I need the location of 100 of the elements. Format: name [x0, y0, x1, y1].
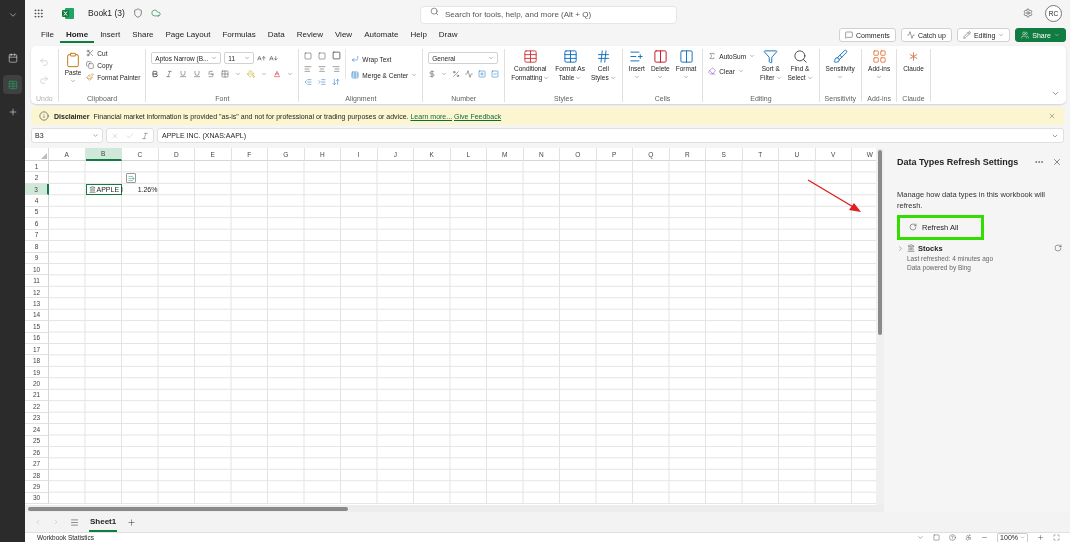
table-icon: [562, 49, 578, 64]
caret-icon: [1020, 535, 1025, 540]
zoom-out-icon[interactable]: [981, 534, 989, 541]
caret-icon: [244, 55, 251, 61]
align-right-icon[interactable]: [332, 65, 341, 73]
refresh-icon: [909, 223, 917, 232]
redo-icon[interactable]: [39, 75, 49, 85]
caret-icon: [235, 71, 242, 77]
fill-color-icon[interactable]: [247, 70, 256, 78]
ribbon-tab[interactable]: File: [35, 27, 60, 43]
bold-icon[interactable]: [151, 70, 160, 78]
panel-title: Data Types Refresh Settings: [897, 157, 1020, 167]
comment-icon: [845, 31, 854, 39]
caret-icon: [211, 55, 218, 61]
undo-icon[interactable]: [39, 57, 49, 67]
currency-icon[interactable]: [428, 70, 437, 78]
insert-icon: [629, 49, 645, 64]
rail-item[interactable]: [3, 75, 22, 94]
search-field[interactable]: Search for tools, help, and more (Alt + Q): [420, 5, 677, 24]
underline-icon[interactable]: [179, 70, 188, 78]
close-icon[interactable]: [1048, 112, 1056, 120]
ribbon-tab[interactable]: Share: [126, 27, 160, 43]
caret-icon: [737, 68, 744, 74]
plus-icon[interactable]: [127, 517, 137, 527]
help-icon[interactable]: [949, 534, 957, 541]
double-underline-icon[interactable]: [193, 70, 202, 78]
indent-icon[interactable]: [318, 78, 327, 86]
pencil-icon: [962, 31, 971, 39]
fullscreen-icon[interactable]: [1053, 534, 1060, 541]
horizontal-scrollbar[interactable]: [25, 505, 884, 512]
bank-icon: [907, 244, 915, 253]
expand-toggle[interactable]: [897, 243, 904, 254]
copy-icon: [86, 61, 95, 69]
table-icon: [522, 49, 538, 64]
triangle-icon: [41, 153, 47, 159]
caret-icon: [876, 74, 883, 81]
ribbon-tab[interactable]: Home: [59, 27, 95, 43]
accessibility-icon[interactable]: [965, 534, 973, 541]
ribbon-tab[interactable]: Draw: [432, 27, 464, 43]
align-center-icon[interactable]: [318, 65, 327, 73]
caret-icon: [441, 71, 448, 77]
document-title[interactable]: Book1 (3): [88, 8, 125, 18]
caret-icon: [543, 75, 550, 82]
font-color-icon[interactable]: [273, 70, 282, 78]
bank-icon: [88, 186, 96, 194]
chevron-icon: [897, 245, 904, 253]
spreadsheet-icon: [7, 79, 18, 90]
clipboard-icon: [65, 52, 82, 68]
search-icon: [430, 7, 439, 16]
insert-data-icon[interactable]: [126, 173, 136, 184]
percent-icon[interactable]: [452, 70, 461, 78]
outdent-icon[interactable]: [304, 78, 313, 86]
annotation-arrow: [807, 179, 861, 212]
refresh-icon[interactable]: [1054, 243, 1062, 252]
menu-icon[interactable]: [70, 517, 79, 527]
app-launcher-icon[interactable]: [33, 7, 44, 19]
caret-icon: [488, 55, 495, 61]
caret-icon: [657, 74, 664, 81]
zoom-in-icon[interactable]: [1037, 534, 1044, 541]
borders-icon[interactable]: [221, 70, 230, 78]
caret-icon: [287, 71, 294, 77]
previous-icon[interactable]: [34, 518, 42, 526]
font-shrink-icon[interactable]: [269, 53, 279, 63]
cancel-icon[interactable]: [110, 131, 119, 140]
brush-icon: [832, 49, 848, 64]
vertical-scrollbar[interactable]: [876, 148, 884, 505]
pulse-icon: [906, 31, 915, 39]
ribbon-tab[interactable]: Insert: [94, 27, 127, 43]
caret-icon: [806, 75, 813, 82]
caret-icon: [633, 74, 640, 81]
wrap-icon: [351, 55, 360, 63]
caret-icon: [411, 72, 418, 78]
cloud-icon[interactable]: [150, 8, 161, 18]
select-all-corner[interactable]: [25, 148, 49, 161]
shield-icon[interactable]: [132, 8, 143, 18]
ribbon-tab[interactable]: Help: [404, 27, 433, 43]
ribbon-tab[interactable]: Formulas: [216, 27, 262, 43]
collapse-icon[interactable]: [1051, 89, 1060, 98]
search-icon: [792, 49, 808, 64]
check-icon[interactable]: [126, 131, 134, 140]
next-icon[interactable]: [52, 518, 60, 526]
ribbon-tab[interactable]: View: [328, 27, 359, 43]
align-left-icon[interactable]: [304, 65, 313, 73]
settings-icon[interactable]: [1023, 8, 1033, 18]
chevron-down-icon[interactable]: [917, 534, 925, 541]
caret-icon: [575, 75, 582, 82]
spreadsheet-logo: [62, 7, 74, 19]
font-grow-icon[interactable]: [257, 53, 267, 63]
ribbon-tab[interactable]: Review: [290, 27, 329, 43]
close-icon[interactable]: [1052, 157, 1062, 167]
paintbrush-icon: [86, 73, 95, 81]
ribbon-tab[interactable]: Data: [261, 27, 291, 43]
ribbon-tab[interactable]: Page Layout: [159, 27, 217, 43]
italic-icon[interactable]: [165, 70, 174, 78]
filter-icon: [763, 49, 779, 64]
ribbon-tab[interactable]: Automate: [358, 27, 405, 43]
strikethrough-icon[interactable]: [207, 70, 216, 78]
sigma-icon: [708, 52, 717, 60]
info-icon: [39, 111, 49, 121]
caret-icon: [683, 74, 689, 81]
